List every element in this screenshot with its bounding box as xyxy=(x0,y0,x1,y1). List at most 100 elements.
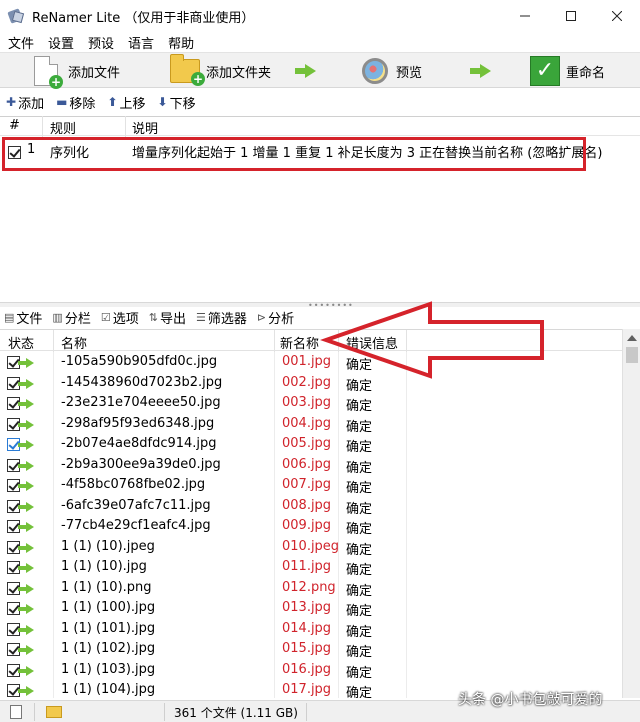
file-error-info: 确定 xyxy=(346,665,373,681)
file-name: 1 (1) (104).jpg xyxy=(61,682,156,697)
maximize-button[interactable] xyxy=(548,0,594,32)
file-row[interactable]: 1 (1) (100).jpg 013.jpg 确定 xyxy=(0,598,622,619)
status-arrow-icon xyxy=(18,481,34,491)
col-rule[interactable]: 规则 xyxy=(50,118,76,137)
file-error-info: 确定 xyxy=(346,440,373,455)
add-folder-button[interactable]: + 添加文件夹 xyxy=(170,53,271,89)
add-folder-label: 添加文件夹 xyxy=(206,65,272,81)
scroll-up-icon[interactable] xyxy=(627,335,637,341)
menu-language[interactable]: 语言 xyxy=(128,33,154,52)
menu-bar: 文件 设置 预设 语言 帮助 xyxy=(0,32,640,52)
status-arrow-icon xyxy=(18,583,34,594)
export-menu-label: 导出 xyxy=(159,312,186,327)
options-menu-button[interactable]: ☑ 选项 xyxy=(101,308,139,327)
rename-button[interactable]: ✓ 重命名 xyxy=(530,53,605,89)
file-new-name: 003.jpg xyxy=(282,395,332,410)
status-arrow-icon xyxy=(18,501,34,512)
file-row[interactable]: -6afc39e07afc7c11.jpg 008.jpg 确定 xyxy=(0,496,622,517)
file-new-name: 011.jpg xyxy=(282,559,332,574)
file-name: -2b9a300ee9a39de0.jpg xyxy=(61,456,221,472)
file-error-info: 确定 xyxy=(346,624,373,640)
add-rule-label: 添加 xyxy=(18,96,45,112)
files-list: -105a590b905dfd0c.jpg 001.jpg 确定 -145438960… xyxy=(0,352,622,698)
file-error-info: 确定 xyxy=(346,481,373,496)
preview-button[interactable]: 预览 xyxy=(362,53,422,89)
status-arrow-icon xyxy=(18,440,34,450)
col-name[interactable]: 名称 xyxy=(61,333,87,352)
status-arrow-icon xyxy=(18,460,34,471)
rules-table-header: # 规则 说明 xyxy=(0,116,640,138)
file-new-name: 008.jpg xyxy=(282,497,332,513)
status-arrow-icon xyxy=(18,522,34,532)
menu-file[interactable]: 文件 xyxy=(8,33,34,52)
file-name: -23e231e704eeee50.jpg xyxy=(61,395,221,410)
col-number[interactable]: # xyxy=(9,118,20,133)
file-name: 1 (1) (103).jpg xyxy=(61,661,156,677)
rules-toolbar: ✚ 添加 ▬ 移除 ⬆ 上移 ⬇ 下移 xyxy=(0,91,640,113)
file-new-name: 014.jpg xyxy=(282,620,332,636)
files-menu-button[interactable]: ▤ 文件 xyxy=(4,308,42,327)
remove-rule-button[interactable]: ▬ 移除 xyxy=(56,93,95,112)
filter-menu-button[interactable]: ☰ 筛选器 xyxy=(196,308,247,327)
file-row[interactable]: -77cb4e29cf1eafc4.jpg 009.jpg 确定 xyxy=(0,516,622,537)
rename-label: 重命名 xyxy=(566,65,606,81)
file-new-name: 012.png xyxy=(282,579,336,595)
filter-icon: ☰ xyxy=(195,311,206,324)
file-row[interactable]: 1 (1) (101).jpg 014.jpg 确定 xyxy=(0,619,622,640)
file-name: -145438960d7023b2.jpg xyxy=(61,374,223,390)
rename-check-icon: ✓ xyxy=(530,56,560,86)
file-row[interactable]: 1 (1) (10).jpg 011.jpg 确定 xyxy=(0,557,622,578)
col-description[interactable]: 说明 xyxy=(132,118,158,137)
file-error-info: 确定 xyxy=(346,501,373,517)
file-name: -2b07e4ae8dfdc914.jpg xyxy=(61,436,217,451)
add-files-label: 添加文件 xyxy=(68,65,121,81)
file-error-info: 确定 xyxy=(346,542,373,558)
file-new-name: 010.jpeg xyxy=(282,538,340,554)
move-up-label: 上移 xyxy=(119,96,146,112)
status-arrow-icon xyxy=(18,542,34,553)
file-row[interactable]: -4f58bc0768fbe02.jpg 007.jpg 确定 xyxy=(0,475,622,496)
options-checkbox-icon: ☑ xyxy=(100,311,111,324)
files-menu-icon: ▤ xyxy=(4,311,15,324)
status-arrow-icon xyxy=(18,399,34,409)
file-error-info: 确定 xyxy=(346,563,373,578)
minimize-button[interactable] xyxy=(502,0,548,32)
preview-magnifier-icon xyxy=(362,58,388,84)
add-files-button[interactable]: + 添加文件 xyxy=(34,53,120,89)
scroll-thumb[interactable] xyxy=(626,347,638,363)
file-new-name: 016.jpg xyxy=(282,661,332,677)
export-icon: ⇅ xyxy=(148,311,158,324)
file-row[interactable]: 1 (1) (103).jpg 016.jpg 确定 xyxy=(0,660,622,681)
files-scrollbar[interactable] xyxy=(622,329,640,698)
menu-settings[interactable]: 设置 xyxy=(48,33,74,52)
analyze-menu-button[interactable]: ⊳ 分析 xyxy=(257,308,294,327)
move-up-button[interactable]: ⬆ 上移 xyxy=(107,93,145,112)
file-row[interactable]: -2b07e4ae8dfdc914.jpg 005.jpg 确定 xyxy=(0,434,622,455)
move-down-button[interactable]: ⬇ 下移 xyxy=(158,93,196,112)
col-new-name[interactable]: 新名称 xyxy=(280,333,319,352)
columns-menu-button[interactable]: ▥ 分栏 xyxy=(52,308,90,327)
arrow-separator-2 xyxy=(470,53,491,89)
col-status[interactable]: 状态 xyxy=(8,333,34,352)
file-row[interactable]: -23e231e704eeee50.jpg 003.jpg 确定 xyxy=(0,393,622,414)
add-rule-button[interactable]: ✚ 添加 xyxy=(6,93,44,112)
file-row[interactable]: 1 (1) (10).jpeg 010.jpeg 确定 xyxy=(0,537,622,558)
analyze-icon: ⊳ xyxy=(256,311,267,324)
columns-icon: ▥ xyxy=(52,311,63,324)
file-new-name: 009.jpg xyxy=(282,518,332,533)
window-title: ReNamer Lite （仅用于非商业使用） xyxy=(32,10,255,26)
file-error-info: 确定 xyxy=(346,645,373,660)
close-button[interactable] xyxy=(594,0,640,32)
status-arrow-icon xyxy=(18,665,34,676)
file-row[interactable]: -298af95f93ed6348.jpg 004.jpg 确定 xyxy=(0,414,622,435)
file-new-name: 006.jpg xyxy=(282,456,332,472)
maximize-icon xyxy=(566,11,576,21)
remove-rule-label: 移除 xyxy=(69,96,96,112)
menu-help[interactable]: 帮助 xyxy=(168,33,194,52)
file-row[interactable]: -2b9a300ee9a39de0.jpg 006.jpg 确定 xyxy=(0,455,622,476)
file-row[interactable]: 1 (1) (10).png 012.png 确定 xyxy=(0,578,622,599)
export-menu-button[interactable]: ⇅ 导出 xyxy=(149,308,186,327)
file-row[interactable]: 1 (1) (102).jpg 015.jpg 确定 xyxy=(0,639,622,660)
menu-presets[interactable]: 预设 xyxy=(88,33,114,52)
status-arrow-icon xyxy=(18,686,34,696)
